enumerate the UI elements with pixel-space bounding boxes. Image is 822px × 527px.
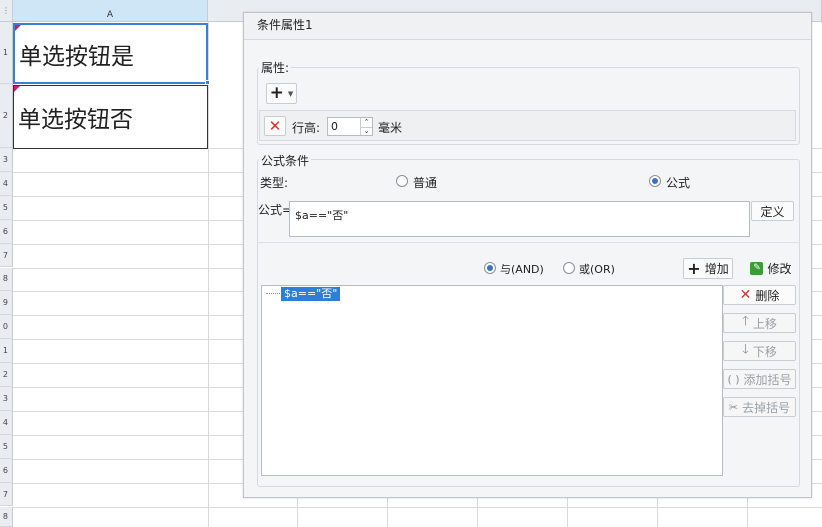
row-header[interactable]: 3: [0, 148, 13, 172]
bracket-icon: ( ): [727, 372, 740, 386]
dialog-title: 条件属性1: [244, 13, 811, 40]
condition-properties-dialog: 条件属性1 属性: + ▼ ✕ 行高: 0 ⌃ ⌄ 毫米 公式条件 类型: 普通…: [243, 12, 812, 498]
cell-marker: [14, 86, 20, 92]
cell-marker: [15, 25, 21, 31]
add-condition-button[interactable]: + 增加: [683, 258, 733, 279]
move-down-button[interactable]: 🡓 下移: [723, 341, 796, 361]
close-icon: ✕: [739, 287, 752, 303]
move-down-label: 下移: [752, 344, 777, 359]
condition-item-selected[interactable]: $a=="否": [281, 287, 341, 301]
move-up-label: 上移: [752, 316, 777, 331]
formula-value: $a=="否": [295, 209, 349, 222]
close-icon: ✕: [268, 117, 282, 135]
add-condition-label: 增加: [704, 262, 729, 276]
cell-a2-text: 单选按钮否: [18, 107, 133, 133]
spin-down-button[interactable]: ⌄: [360, 127, 372, 135]
row-header[interactable]: 6: [0, 219, 13, 244]
plus-icon: +: [687, 258, 701, 278]
arrow-down-icon: 🡓: [742, 342, 749, 357]
row-header[interactable]: 4: [0, 171, 13, 196]
row-height-value: 0: [331, 120, 338, 133]
row-header[interactable]: 8: [0, 506, 13, 527]
radio-or[interactable]: [563, 262, 575, 274]
column-header-a[interactable]: A: [13, 0, 208, 22]
tree-connector: [266, 293, 280, 294]
remove-property-button[interactable]: ✕: [264, 116, 286, 136]
row-header[interactable]: 9: [0, 291, 13, 316]
plus-icon: +: [269, 83, 284, 103]
formula-condition-label: 公式条件: [259, 152, 312, 169]
radio-normal[interactable]: [396, 175, 408, 187]
delete-label: 删除: [755, 288, 780, 303]
condition-list[interactable]: $a=="否": [261, 285, 723, 476]
row-header[interactable]: 1: [0, 339, 13, 364]
row-header[interactable]: 2: [0, 363, 13, 387]
radio-formula-label: 公式: [666, 176, 691, 190]
radio-and[interactable]: [484, 262, 496, 274]
add-property-button[interactable]: + ▼: [266, 83, 297, 104]
column-header-a-label: A: [106, 10, 114, 20]
remove-bracket-label: 去掉括号: [742, 400, 791, 415]
radio-and-label: 与(AND): [500, 263, 544, 276]
chevron-down-icon: ▼: [287, 89, 294, 98]
row-header[interactable]: 7: [0, 482, 13, 507]
properties-group-label: 属性:: [259, 59, 292, 76]
delete-button[interactable]: ✕ 删除: [723, 285, 796, 305]
row-header[interactable]: 5: [0, 195, 13, 220]
radio-formula[interactable]: [649, 175, 661, 187]
row-header[interactable]: 1: [0, 22, 13, 84]
select-all-corner[interactable]: ⋮: [0, 0, 13, 22]
edit-condition-label: 修改: [767, 262, 792, 276]
type-label: 类型:: [260, 176, 289, 190]
row-header[interactable]: 3: [0, 387, 13, 411]
edit-icon: ✎: [750, 262, 764, 275]
formula-label: 公式=: [258, 203, 293, 217]
edit-condition-button[interactable]: ✎ 修改: [746, 258, 796, 279]
row-header[interactable]: 7: [0, 243, 13, 268]
cell-a1-text: 单选按钮是: [19, 43, 134, 70]
remove-bracket-icon: ✂: [728, 400, 739, 414]
radio-or-label: 或(OR): [579, 263, 615, 276]
row-header[interactable]: 6: [0, 458, 13, 483]
row-header[interactable]: 2: [0, 84, 13, 148]
row-height-label: 行高:: [292, 121, 321, 135]
remove-bracket-button[interactable]: ✂ 去掉括号: [723, 397, 796, 417]
radio-normal-label: 普通: [413, 176, 438, 190]
column-gridline: [208, 22, 209, 527]
divider: [258, 242, 799, 243]
unit-label: 毫米: [378, 121, 403, 135]
row-gridline: [13, 506, 822, 508]
add-bracket-button[interactable]: ( ) 添加括号: [723, 369, 796, 389]
move-up-button[interactable]: 🡑 上移: [723, 313, 796, 333]
row-header[interactable]: 0: [0, 315, 13, 340]
define-button-label: 定义: [760, 204, 785, 219]
add-bracket-label: 添加括号: [743, 372, 792, 387]
spin-up-button[interactable]: ⌃: [360, 118, 372, 127]
row-height-input[interactable]: 0 ⌃ ⌄: [327, 117, 373, 136]
cell-a2[interactable]: 单选按钮否: [13, 85, 208, 149]
define-button[interactable]: 定义: [751, 201, 794, 221]
formula-input[interactable]: $a=="否": [289, 201, 750, 237]
cell-a1[interactable]: 单选按钮是: [13, 23, 208, 84]
row-header[interactable]: 8: [0, 267, 13, 292]
row-header[interactable]: 5: [0, 434, 13, 459]
row-header[interactable]: 4: [0, 410, 13, 435]
arrow-up-icon: 🡑: [742, 314, 749, 329]
